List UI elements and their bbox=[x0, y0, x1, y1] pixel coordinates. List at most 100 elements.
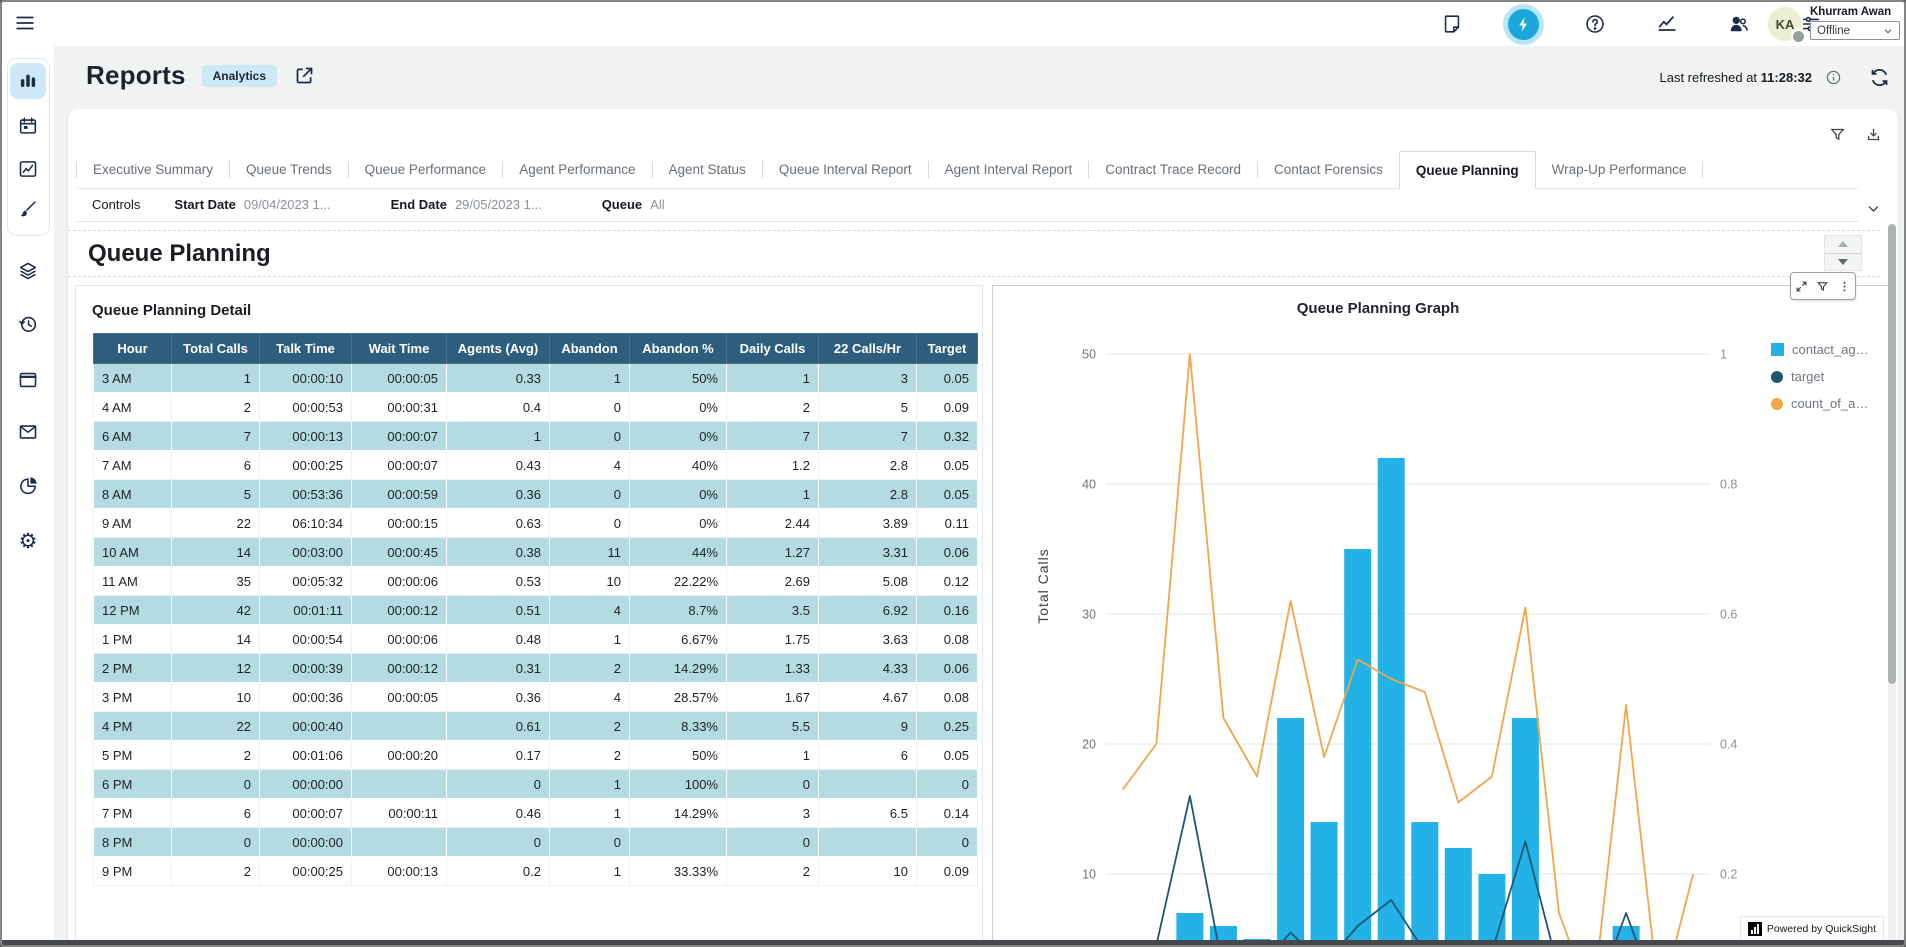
column-header[interactable]: Abandon bbox=[550, 334, 630, 364]
help-icon[interactable] bbox=[1575, 4, 1615, 44]
table-row[interactable]: 11 AM3500:05:3200:00:060.531022.22%2.695… bbox=[94, 567, 978, 596]
table-cell: 2 bbox=[550, 712, 630, 741]
column-header[interactable]: 22 Calls/Hr bbox=[819, 334, 917, 364]
people-icon[interactable] bbox=[1719, 4, 1759, 44]
table-cell: 9 AM bbox=[94, 509, 172, 538]
legend-item-contact_ag_[interactable]: contact_ag… bbox=[1771, 342, 1869, 357]
table-cell: 4 AM bbox=[94, 393, 172, 422]
column-header[interactable]: Wait Time bbox=[352, 334, 447, 364]
table-row[interactable]: 5 PM200:01:0600:00:200.17250%160.05 bbox=[94, 741, 978, 770]
controls-collapse-chevron[interactable] bbox=[1862, 197, 1884, 219]
sidebar-item-calendar[interactable] bbox=[10, 108, 46, 144]
table-row[interactable]: 9 PM200:00:2500:00:130.2133.33%2100.09 bbox=[94, 857, 978, 886]
control-end-date[interactable]: End Date29/05/2023 1... bbox=[391, 197, 542, 212]
filter-icon[interactable] bbox=[1826, 123, 1848, 145]
table-row[interactable]: 2 PM1200:00:3900:00:120.31214.29%1.334.3… bbox=[94, 654, 978, 683]
flash-icon[interactable] bbox=[1508, 9, 1539, 40]
column-header[interactable]: Hour bbox=[94, 334, 172, 364]
legend-item-target[interactable]: target bbox=[1771, 369, 1869, 384]
tab-wrap-up-performance[interactable]: Wrap-Up Performance bbox=[1536, 151, 1703, 188]
kebab-menu-icon[interactable] bbox=[1836, 278, 1852, 294]
table-cell: 0.06 bbox=[917, 538, 978, 567]
table-row[interactable]: 6 PM000:00:0001100%00 bbox=[94, 770, 978, 799]
scroll-up-icon[interactable] bbox=[1825, 236, 1861, 254]
tab-queue-performance[interactable]: Queue Performance bbox=[349, 151, 503, 188]
table-row[interactable]: 8 PM000:00:000000 bbox=[94, 828, 978, 857]
table-row[interactable]: 10 AM1400:03:0000:00:450.381144%1.273.31… bbox=[94, 538, 978, 567]
sidebar-item-bar-chart[interactable] bbox=[10, 63, 46, 99]
usage-chart-icon[interactable] bbox=[1647, 4, 1687, 44]
scroll-down-icon[interactable] bbox=[1825, 254, 1861, 271]
scrollbar-thumb[interactable] bbox=[1888, 224, 1896, 684]
tab-contract-trace-record[interactable]: Contract Trace Record bbox=[1089, 151, 1257, 188]
sidebar-item-line-chart[interactable] bbox=[10, 151, 46, 187]
control-label: End Date bbox=[391, 197, 447, 212]
external-link-icon[interactable] bbox=[293, 65, 315, 87]
table-cell: 0.2 bbox=[447, 857, 550, 886]
sidebar-item-gear[interactable]: ⚙ bbox=[10, 523, 46, 559]
hamburger-menu-icon[interactable] bbox=[14, 12, 38, 36]
table-row[interactable]: 4 PM2200:00:400.6128.33%5.590.25 bbox=[94, 712, 978, 741]
table-cell: 0.63 bbox=[447, 509, 550, 538]
column-header[interactable]: Daily Calls bbox=[727, 334, 819, 364]
table-row[interactable]: 1 PM1400:00:5400:00:060.4816.67%1.753.63… bbox=[94, 625, 978, 654]
table-row[interactable]: 7 PM600:00:0700:00:110.46114.29%36.50.14 bbox=[94, 799, 978, 828]
tab-queue-interval-report[interactable]: Queue Interval Report bbox=[763, 151, 928, 188]
table-cell: 7 bbox=[819, 422, 917, 451]
sheet-title: Queue Planning bbox=[88, 240, 271, 268]
tab-contact-forensics[interactable]: Contact Forensics bbox=[1258, 151, 1399, 188]
tab-agent-interval-report[interactable]: Agent Interval Report bbox=[929, 151, 1089, 188]
queue-planning-table: HourTotal CallsTalk TimeWait TimeAgents … bbox=[93, 333, 978, 886]
sidebar-item-history[interactable] bbox=[10, 306, 46, 342]
table-cell: 0 bbox=[172, 828, 260, 857]
column-header[interactable]: Agents (Avg) bbox=[447, 334, 550, 364]
control-queue[interactable]: QueueAll bbox=[602, 197, 665, 212]
table-row[interactable]: 8 AM500:53:3600:00:590.3600%12.80.05 bbox=[94, 480, 978, 509]
tab-agent-status[interactable]: Agent Status bbox=[653, 151, 762, 188]
table-row[interactable]: 4 AM200:00:5300:00:310.400%250.09 bbox=[94, 393, 978, 422]
svg-text:10: 10 bbox=[1082, 868, 1096, 882]
tab-executive-summary[interactable]: Executive Summary bbox=[77, 151, 229, 188]
table-cell: 0.05 bbox=[917, 480, 978, 509]
table-cell: 6.92 bbox=[819, 596, 917, 625]
table-row[interactable]: 7 AM600:00:2500:00:070.43440%1.22.80.05 bbox=[94, 451, 978, 480]
table-row[interactable]: 9 AM2206:10:3400:00:150.6300%2.443.890.1… bbox=[94, 509, 978, 538]
queue-planning-graph-panel: Queue Planning Graph Total Calls 100.220… bbox=[992, 285, 1894, 947]
table-row[interactable]: 3 PM1000:00:3600:00:050.36428.57%1.674.6… bbox=[94, 683, 978, 712]
vertical-scrollbar[interactable] bbox=[1888, 224, 1896, 947]
chart-filter-icon[interactable] bbox=[1815, 278, 1831, 294]
sheet-scroll-spinner[interactable] bbox=[1824, 235, 1862, 271]
table-cell: 10 AM bbox=[94, 538, 172, 567]
sidebar-item-edit-brush[interactable] bbox=[10, 191, 46, 227]
table-row[interactable]: 12 PM4200:01:1100:00:120.5148.7%3.56.920… bbox=[94, 596, 978, 625]
table-row[interactable]: 6 AM700:00:1300:00:07100%770.32 bbox=[94, 422, 978, 451]
avatar[interactable]: KA bbox=[1768, 7, 1804, 43]
legend-item-count_of_a_[interactable]: count_of_a… bbox=[1771, 396, 1869, 411]
tab-agent-performance[interactable]: Agent Performance bbox=[503, 151, 651, 188]
table-cell: 4 bbox=[550, 596, 630, 625]
export-download-icon[interactable] bbox=[1862, 123, 1884, 145]
sidebar-item-mail[interactable] bbox=[10, 414, 46, 450]
table-cell: 4.67 bbox=[819, 683, 917, 712]
refresh-icon[interactable] bbox=[1868, 66, 1890, 88]
notes-icon[interactable] bbox=[1432, 4, 1472, 44]
sidebar-item-pie-chart[interactable] bbox=[10, 468, 46, 504]
control-start-date[interactable]: Start Date09/04/2023 1... bbox=[174, 197, 330, 212]
tab-queue-trends[interactable]: Queue Trends bbox=[230, 151, 348, 188]
sheet-tabs: Executive SummaryQueue TrendsQueue Perfo… bbox=[76, 151, 1858, 189]
column-header[interactable]: Target bbox=[917, 334, 978, 364]
column-header[interactable]: Total Calls bbox=[172, 334, 260, 364]
status-select[interactable]: Offline bbox=[1810, 21, 1900, 40]
info-icon[interactable] bbox=[1822, 66, 1844, 88]
column-header[interactable]: Abandon % bbox=[630, 334, 727, 364]
expand-icon[interactable] bbox=[1794, 278, 1810, 294]
table-cell: 00:00:05 bbox=[352, 683, 447, 712]
table-cell: 10 bbox=[550, 567, 630, 596]
tab-queue-planning[interactable]: Queue Planning bbox=[1399, 151, 1536, 189]
column-header[interactable]: Talk Time bbox=[260, 334, 352, 364]
sidebar-item-layers[interactable] bbox=[10, 253, 46, 289]
history-icon bbox=[17, 313, 39, 335]
table-row[interactable]: 3 AM100:00:1000:00:050.33150%130.05 bbox=[94, 364, 978, 393]
table-cell: 0.05 bbox=[917, 364, 978, 393]
sidebar-item-window[interactable] bbox=[10, 362, 46, 398]
